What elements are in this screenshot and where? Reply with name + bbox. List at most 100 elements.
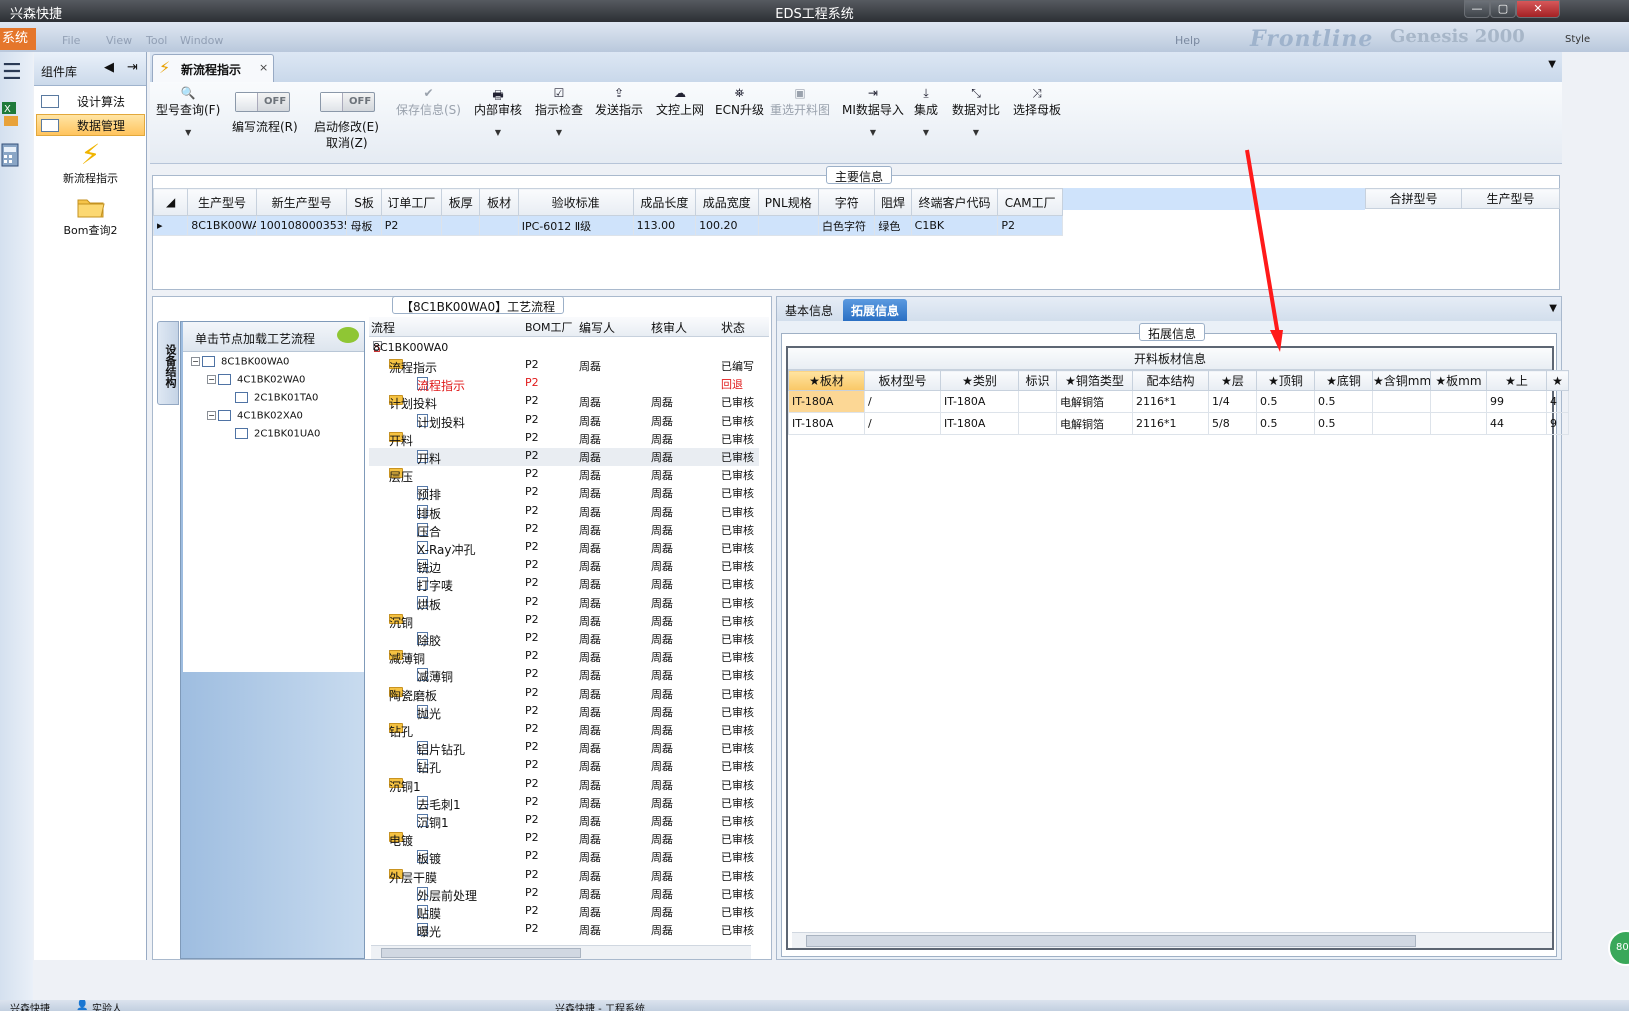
close-window-button[interactable]: ✕ [1516,0,1560,18]
flow-row[interactable]: 预排 P2 周磊 周磊 已审核 [369,484,759,502]
hamburger-menu-icon[interactable]: ☰ [2,60,22,85]
table-cell[interactable] [441,215,481,236]
flow-row[interactable]: −电镀P2周磊周磊已审核 [369,830,759,848]
table-cell[interactable] [1018,390,1057,413]
flow-row[interactable]: −减薄铜P2周磊周磊已审核 [369,648,759,666]
column-header[interactable]: 生产型号 [1461,188,1560,209]
column-header[interactable]: ★顶铜 [1256,370,1315,391]
table-cell[interactable]: 电解铜箔 [1056,412,1133,435]
flow-row[interactable]: 钻孔 P2 周磊 周磊 已审核 [369,757,759,775]
flow-row[interactable]: 曝光 P2 周磊 周磊 已审核 [369,921,759,939]
column-header[interactable]: 字符 [817,188,876,216]
column-header[interactable]: 编写人 [579,319,615,336]
table-cell[interactable]: 8C1BK00WA0 [187,215,257,236]
column-header[interactable]: ★板mm [1430,370,1487,391]
flow-root-row[interactable]: − ⌂ 8C1BK00WA0 [369,339,759,357]
minimize-button[interactable]: — [1464,0,1490,18]
table-cell[interactable]: P2 [997,215,1063,236]
ecn-upgrade-button[interactable]: ⛯ ECN升级 [715,86,764,118]
cancel-label[interactable]: 取消(Z) [326,134,368,151]
column-header[interactable]: BOM工厂 [525,319,573,335]
flow-row[interactable]: −层压P2周磊周磊已审核 [369,466,759,484]
tab-new-flow-instruction[interactable]: ⚡ 新流程指示 × [152,54,274,82]
flow-row[interactable]: −计划投料P2周磊周磊已审核 [369,393,759,411]
table-cell[interactable]: IT-180A [788,412,865,435]
table-cell[interactable]: IT-180A [940,412,1019,435]
column-header[interactable]: 状态 [721,319,745,336]
table-cell[interactable]: IPC-6012 Ⅱ级 [517,215,634,236]
flow-row[interactable]: 减薄铜 P2 周磊 周磊 已审核 [369,666,759,684]
table-row[interactable]: IT-180A / IT-180A 电解铜箔 2116*1 5/8 0.5 0.… [788,412,1569,435]
column-header[interactable]: 生产型号 [187,188,257,216]
table-cell[interactable]: IT-180A [788,390,865,413]
internal-review-button[interactable]: 🖶 内部审核 ▼ [474,86,522,137]
floating-badge[interactable]: 80 [1608,930,1629,966]
flow-row[interactable]: −开料P2周磊周磊已审核 [369,430,759,448]
table-cell[interactable]: 0.5 [1314,390,1373,413]
chat-bubble-icon[interactable] [337,327,359,343]
integration-button[interactable]: ⤓ 集成 ▼ [914,86,938,137]
table-cell[interactable]: / [864,412,941,435]
flow-row[interactable]: −流程指示P2周磊已编写 [369,357,759,375]
table-cell[interactable]: C1BK [910,215,999,236]
table-cell[interactable]: 100.20 [695,215,759,236]
column-header[interactable]: ★铜箔类型 [1056,370,1133,391]
flow-row[interactable]: −沉铜P2周磊周磊已审核 [369,612,759,630]
component-item-design-algorithm[interactable]: 设计算法 [36,90,145,112]
model-query-button[interactable]: 🔍 型号查询(F) ▼ [156,86,220,137]
flow-row[interactable]: 流程指示 P2 回退 [369,375,759,393]
flow-row[interactable]: −沉铜1P2周磊周磊已审核 [369,776,759,794]
column-header[interactable]: 成品长度 [632,188,697,216]
tab-list-dropdown-icon[interactable]: ▼ [1549,303,1557,314]
table-cell[interactable]: 母板 [346,215,382,236]
tree-node[interactable]: 2C1BK01TA0 [235,392,318,404]
flow-row[interactable]: 抛光 P2 周磊 周磊 已审核 [369,703,759,721]
table-cell[interactable]: 电解铜箔 [1056,390,1133,413]
table-cell[interactable] [1018,412,1057,435]
table-cell[interactable]: IT-180A [940,390,1019,413]
table-cell[interactable] [1430,412,1487,435]
save-info-button[interactable]: ✔ 保存信息(S) [396,86,461,118]
flow-row[interactable]: 烘板 P2 周磊 周磊 已审核 [369,594,759,612]
column-header[interactable]: ★类别 [940,370,1019,391]
column-header[interactable]: 终端客户代码 [910,188,999,216]
flow-horizontal-scrollbar[interactable] [371,945,751,959]
flow-row[interactable]: 外层前处理 P2 周磊 周磊 已审核 [369,885,759,903]
table-cell[interactable] [1430,390,1487,413]
component-item-data-management[interactable]: 数据管理 [36,114,145,136]
column-header[interactable]: ★含铜mm [1372,370,1431,391]
excel-app-icon[interactable]: X [1,98,21,128]
collapse-left-icon[interactable]: ◀ [104,60,114,75]
flow-row[interactable]: 除胶 P2 周磊 周磊 已审核 [369,630,759,648]
table-cell[interactable]: 白色字符 [817,215,876,236]
maximize-button[interactable]: ▢ [1490,0,1516,18]
column-header[interactable]: 新生产型号 [255,188,348,216]
close-tab-icon[interactable]: × [259,61,268,74]
table-cell[interactable]: 1/4 [1208,390,1257,413]
table-cell[interactable]: 0.5 [1256,390,1315,413]
table-row[interactable]: IT-180A / IT-180A 电解铜箔 2116*1 1/4 0.5 0.… [788,390,1569,413]
column-header[interactable]: 阻焊 [874,188,912,216]
column-header[interactable]: ★上 [1486,370,1547,391]
column-header[interactable]: 板厚 [441,188,481,216]
table-cell[interactable]: 99 [1486,390,1547,413]
flow-row[interactable]: 计划投料 P2 周磊 周磊 已审核 [369,412,759,430]
table-cell[interactable] [1372,412,1431,435]
system-menu-tab[interactable]: 系统 [0,28,36,50]
reselect-cutting-chart-button[interactable]: ▣ 重选开料图 [770,86,830,118]
tab-device-structure[interactable]: 设备结构 [157,321,179,405]
row-selector-header[interactable]: ◢ [152,188,189,216]
calculator-app-icon[interactable] [1,142,21,172]
flow-row[interactable]: −陶瓷磨板P2周磊周磊已审核 [369,685,759,703]
flow-row[interactable]: 开料 P2 周磊 周磊 已审核 [369,448,759,466]
table-cell[interactable]: 10010800035350 [255,215,348,236]
column-header[interactable]: 合拼型号 [1365,188,1462,209]
tree-node[interactable]: −8C1BK00WA0 [191,356,289,368]
write-flow-toggle[interactable]: OFF [235,92,290,112]
tab-list-dropdown-icon[interactable]: ▼ [1548,59,1556,70]
tab-basic-info[interactable]: 基本信息 [777,299,841,321]
flow-row[interactable]: −钻孔P2周磊周磊已审核 [369,721,759,739]
flow-row[interactable]: 沉铜1 P2 周磊 周磊 已审核 [369,812,759,830]
column-header[interactable]: 订单工厂 [380,188,443,216]
flow-row[interactable]: 打字唛 P2 周磊 周磊 已审核 [369,575,759,593]
